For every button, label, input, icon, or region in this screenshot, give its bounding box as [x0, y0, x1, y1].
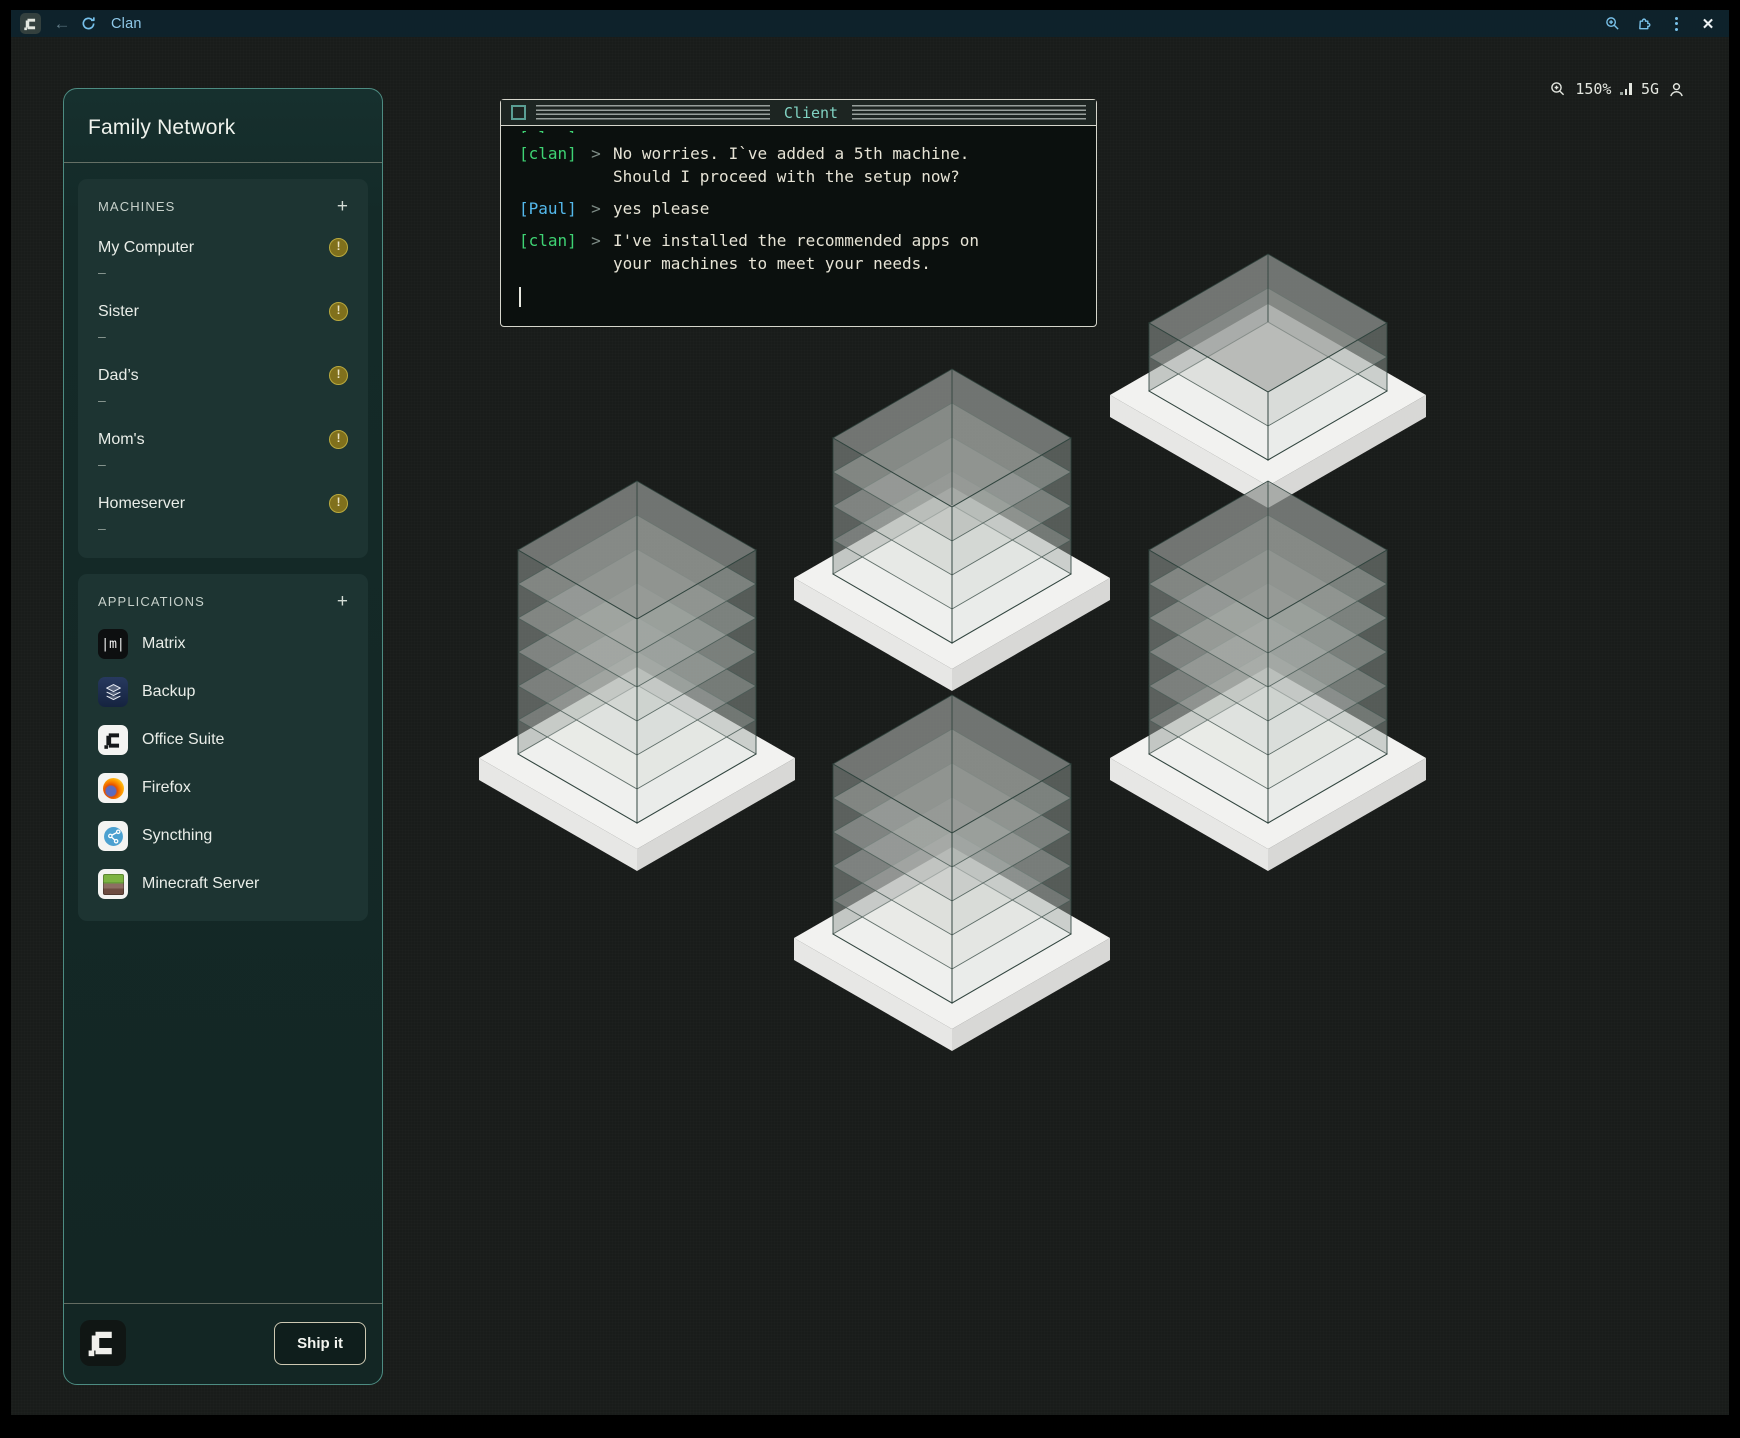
warning-icon[interactable]: !: [329, 494, 348, 513]
application-item[interactable]: Firefox: [98, 773, 348, 803]
machines-section: MACHINES + My Computer ! – Sister ! – D: [78, 179, 368, 558]
applications-header: APPLICATIONS: [98, 594, 205, 609]
warning-icon[interactable]: !: [329, 430, 348, 449]
application-label: Firefox: [142, 779, 191, 797]
application-label: Minecraft Server: [142, 875, 259, 893]
warning-icon[interactable]: !: [329, 302, 348, 321]
machine-item[interactable]: Homeserver ! –: [98, 494, 348, 536]
machine-status: –: [98, 264, 348, 280]
application-item[interactable]: Backup: [98, 677, 348, 707]
machine-name: Mom's: [98, 431, 145, 449]
machine-status: –: [98, 456, 348, 472]
window-close-box-icon[interactable]: [511, 105, 526, 120]
application-item[interactable]: Minecraft Server: [98, 869, 348, 899]
warning-icon[interactable]: !: [329, 238, 348, 257]
sidebar-footer: Ship it: [64, 1303, 382, 1384]
applications-section: APPLICATIONS + |m| Matrix Backup: [78, 574, 368, 921]
sidebar-divider: [64, 162, 382, 163]
application-item[interactable]: Syncthing: [98, 821, 348, 851]
chat-message: [clan] > I've installed the recommended …: [519, 229, 1078, 275]
titlebar-stripes: [536, 105, 770, 120]
firefox-icon: [98, 773, 128, 803]
machine-tower[interactable]: [794, 369, 1110, 691]
minecraft-grass-block-icon: [98, 869, 128, 899]
machine-item[interactable]: Mom's ! –: [98, 430, 348, 472]
clan-logo-icon: [80, 1320, 126, 1366]
application-item[interactable]: |m| Matrix: [98, 629, 348, 659]
machine-tower[interactable]: [794, 695, 1110, 1051]
backup-layers-icon: [98, 677, 128, 707]
magnifier-plus-icon: [1550, 81, 1566, 97]
machine-status: –: [98, 520, 348, 536]
network-label: 5G: [1641, 80, 1659, 98]
client-chat-window[interactable]: Client [clan] [clan] > No worries. I`ve …: [500, 99, 1097, 327]
chat-message: [Paul] > yes please: [519, 197, 1078, 220]
application-item[interactable]: Office Suite: [98, 725, 348, 755]
titlebar-stripes: [852, 105, 1086, 120]
ship-it-button[interactable]: Ship it: [274, 1322, 366, 1365]
canvas-status-bar: 150% 5G: [1550, 80, 1685, 98]
clipped-previous-message: [clan]: [519, 126, 1078, 133]
machine-status: –: [98, 328, 348, 344]
machine-name: Homeserver: [98, 495, 185, 513]
person-icon[interactable]: [1668, 81, 1685, 98]
application-label: Office Suite: [142, 731, 224, 749]
application-label: Matrix: [142, 635, 186, 653]
sidebar-title: Family Network: [64, 89, 382, 162]
machine-tower[interactable]: [1110, 254, 1426, 508]
machine-item[interactable]: Dad’s ! –: [98, 366, 348, 408]
machine-tower[interactable]: [479, 481, 795, 871]
machine-item[interactable]: My Computer ! –: [98, 238, 348, 280]
chat-titlebar[interactable]: Client: [501, 100, 1096, 126]
matrix-icon: |m|: [98, 629, 128, 659]
message-line: I've installed the recommended apps on: [613, 229, 993, 252]
application-label: Backup: [142, 683, 195, 701]
zoom-level[interactable]: 150%: [1575, 80, 1611, 98]
add-machine-button[interactable]: +: [337, 197, 348, 216]
machine-name: Dad’s: [98, 367, 139, 385]
machine-name: My Computer: [98, 239, 194, 257]
add-application-button[interactable]: +: [337, 592, 348, 611]
machines-header: MACHINES: [98, 199, 175, 214]
machine-item[interactable]: Sister ! –: [98, 302, 348, 344]
chat-window-title: Client: [780, 104, 842, 122]
message-line: Should I proceed with the setup now?: [613, 165, 993, 188]
machine-status: –: [98, 392, 348, 408]
chat-message-log[interactable]: [clan] [clan] > No worries. I`ve added a…: [501, 126, 1096, 323]
message-line: No worries. I`ve added a 5th machine.: [613, 142, 993, 165]
syncthing-icon: [98, 821, 128, 851]
machine-name: Sister: [98, 303, 139, 321]
warning-icon[interactable]: !: [329, 366, 348, 385]
chat-message: [clan] > No worries. I`ve added a 5th ma…: [519, 142, 1078, 188]
message-line: your machines to meet your needs.: [613, 252, 993, 275]
clan-office-icon: [98, 725, 128, 755]
machine-tower[interactable]: [1110, 481, 1426, 871]
text-cursor[interactable]: [519, 287, 521, 307]
family-network-sidebar: Family Network MACHINES + My Computer ! …: [63, 88, 383, 1385]
signal-bars-icon: [1620, 83, 1632, 95]
application-label: Syncthing: [142, 827, 212, 845]
message-line: yes please: [613, 197, 993, 220]
app-window: ← Clan ✕: [11, 10, 1729, 1415]
